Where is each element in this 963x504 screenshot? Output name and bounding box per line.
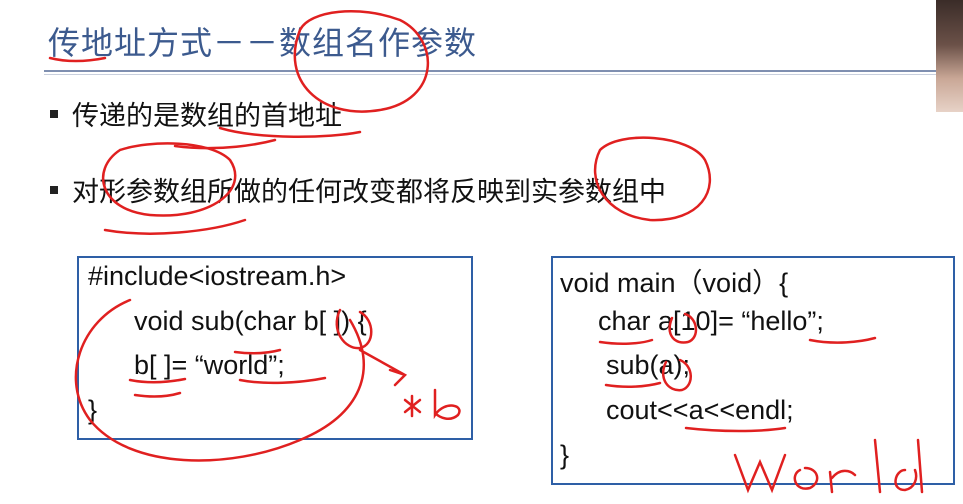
bullet-square-icon	[50, 109, 58, 118]
code-line: sub(a);	[606, 350, 691, 380]
code-line: void main（void）{	[560, 268, 789, 298]
code-line: }	[560, 440, 570, 470]
code-line: #include<iostream.h>	[88, 261, 347, 291]
webcam-overlay	[936, 0, 963, 112]
title-rule-thin	[44, 74, 939, 75]
code-line: void sub(char b[ ]) {	[134, 306, 367, 336]
code-line: }	[88, 395, 98, 425]
bullet-text-1: 传递的是数组的首地址	[72, 101, 342, 132]
bullet-item-2: 对形参数组所做的任何改变都将反映到实参数组中	[50, 170, 666, 209]
slide-title: 传地址方式－－数组名作参数	[48, 24, 478, 62]
bullet-square-icon	[50, 185, 58, 194]
bullet-text-2: 对形参数组所做的任何改变都将反映到实参数组中	[72, 177, 666, 208]
bullet-item-1: 传递的是数组的首地址	[50, 94, 342, 133]
title-rule	[44, 70, 939, 72]
code-line: char a[10]= “hello”;	[598, 306, 824, 336]
ink-underline-bullet-2a	[103, 218, 247, 235]
code-line: cout<<a<<endl;	[606, 395, 794, 425]
code-line: b[ ]= “world”;	[134, 350, 285, 380]
